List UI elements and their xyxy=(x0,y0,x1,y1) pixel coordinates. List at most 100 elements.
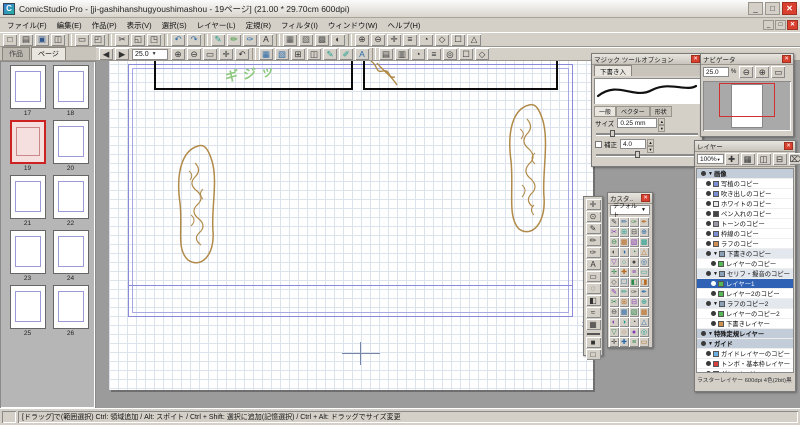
custom-tool-icon-22[interactable]: ✚ xyxy=(619,267,629,277)
toolbar-hatch-panel-icon[interactable]: ▧ xyxy=(299,33,313,46)
menu-item-4[interactable]: 表示(V) xyxy=(122,19,157,32)
layer-row-19[interactable]: ガイドレイヤーのコピー xyxy=(697,349,793,359)
menu-item-9[interactable]: ウィンドウ(W) xyxy=(323,19,383,32)
custom-tool-icon-11[interactable]: ▧ xyxy=(629,237,639,247)
navigator-zoom-field[interactable]: 25.0 xyxy=(703,67,729,77)
correction-checkbox[interactable] xyxy=(595,140,602,148)
toolbar-zoom-out-icon[interactable]: ⊖ xyxy=(371,33,385,46)
correction-slider[interactable] xyxy=(596,151,698,158)
doc-minimize-button[interactable]: _ xyxy=(763,20,774,30)
canvas-toolbar-list-icon[interactable]: ≡ xyxy=(427,48,441,60)
toolbar-cut-icon[interactable]: ✂ xyxy=(115,33,129,46)
minimize-button[interactable]: _ xyxy=(748,2,763,15)
custom-tool-icon-19[interactable]: ● xyxy=(629,257,639,267)
custom-tool-icon-52[interactable]: ▭ xyxy=(639,337,649,347)
new-folder-icon[interactable]: ▦ xyxy=(740,153,755,165)
canvas-toolbar-zoom-combo[interactable]: 25.0 ▼ xyxy=(132,48,168,60)
menu-item-5[interactable]: 選択(S) xyxy=(157,19,192,32)
toolbar-zoom-in-icon[interactable]: ⊕ xyxy=(355,33,369,46)
custom-tool-icon-32[interactable]: ✒ xyxy=(639,287,649,297)
canvas-toolbar-rotate-view-icon[interactable]: ↶ xyxy=(235,48,249,60)
custom-tool-icon-18[interactable]: ○ xyxy=(619,257,629,267)
menu-item-7[interactable]: 定規(R) xyxy=(241,19,276,32)
menu-item-1[interactable]: ファイル(F) xyxy=(2,19,52,32)
page-thumbnail-24[interactable] xyxy=(52,230,89,274)
menu-item-2[interactable]: 編集(E) xyxy=(52,19,87,32)
canvas-toolbar-pan-icon[interactable]: ✛ xyxy=(219,48,233,60)
custom-tool-icon-24[interactable]: ▭ xyxy=(639,267,649,277)
layer-visibility-icon[interactable] xyxy=(711,291,716,296)
canvas-toolbar-zoom-out-icon[interactable]: ⊖ xyxy=(187,48,201,60)
custom-tool-icon-8[interactable]: ⊕ xyxy=(639,227,649,237)
page-thumbnail-19[interactable] xyxy=(9,120,46,164)
layer-visibility-icon[interactable] xyxy=(711,321,716,326)
layer-visibility-icon[interactable] xyxy=(706,221,711,226)
size-spinner[interactable]: ▲ ▼ xyxy=(658,118,666,132)
layer-row-9[interactable]: ▼ 下書きのコピー xyxy=(697,249,793,259)
toolbar-shape-icon[interactable]: ◇ xyxy=(435,33,449,46)
custom-tool-icon-36[interactable]: ⊕ xyxy=(639,297,649,307)
tab-ページ[interactable]: ページ xyxy=(31,47,66,60)
lasso-tool-icon[interactable]: ◌ xyxy=(585,283,601,294)
toolbar-export-icon[interactable]: ◰ xyxy=(91,33,105,46)
custom-tool-icon-16[interactable]: △ xyxy=(639,247,649,257)
canvas-toolbar-zoom-in-icon[interactable]: ⊕ xyxy=(171,48,185,60)
custom-tool-icon-4[interactable]: ✒ xyxy=(639,217,649,227)
page-thumbnail-17[interactable] xyxy=(9,65,46,109)
layer-visibility-icon[interactable] xyxy=(706,211,711,216)
toolbar-checkbox-toggle-icon[interactable]: ☐ xyxy=(451,33,465,46)
expand-arrow-icon[interactable]: ▼ xyxy=(708,341,713,347)
toolbar-clock-icon[interactable]: ◔ xyxy=(419,33,433,46)
navigator-view-rect[interactable] xyxy=(719,83,775,117)
layer-row-5[interactable]: ペン入れのコピー xyxy=(697,209,793,219)
layer-opacity-combo[interactable]: 100% ▼ xyxy=(697,154,724,164)
canvas-toolbar-ruler-h-icon[interactable]: ▤ xyxy=(379,48,393,60)
correction-field[interactable]: 4.0 xyxy=(620,139,646,149)
menu-item-6[interactable]: レイヤー(L) xyxy=(192,19,241,32)
canvas-toolbar-target-icon[interactable]: ◎ xyxy=(443,48,457,60)
toolbar-redo-icon[interactable]: ↷ xyxy=(187,33,201,46)
toolbar-save-all-icon[interactable]: ◫ xyxy=(51,33,65,46)
toolbar-pattern-panel-icon[interactable]: ▩ xyxy=(315,33,329,46)
layer-row-2[interactable]: 写植のコピー xyxy=(697,179,793,189)
layer-visibility-icon[interactable] xyxy=(711,311,716,316)
layer-visibility-icon[interactable] xyxy=(711,281,716,286)
canvas-toolbar-timer-icon[interactable]: ◔ xyxy=(411,48,425,60)
mode-tab-3[interactable]: 形状 xyxy=(649,106,672,117)
custom-tool-icon-27[interactable]: ◧ xyxy=(629,277,639,287)
custom-tool-icon-13[interactable]: ◐ xyxy=(609,247,619,257)
new-layer-icon[interactable]: ✚ xyxy=(724,153,739,165)
custom-tool-icon-29[interactable]: ✎ xyxy=(609,287,619,297)
layer-row-11[interactable]: ▼ セリフ・擬音のコピー xyxy=(697,269,793,279)
maximize-button[interactable]: □ xyxy=(765,2,780,15)
tab-作品[interactable]: 作品 xyxy=(2,47,30,60)
layer-row-16[interactable]: 下書きレイヤー xyxy=(697,319,793,329)
layer-row-3[interactable]: 吹き出しのコピー xyxy=(697,189,793,199)
layer-row-21[interactable]: グレーレイヤー xyxy=(697,369,793,372)
custom-tool-icon-6[interactable]: ⊞ xyxy=(619,227,629,237)
navigator-zoom-in-icon[interactable]: ⊕ xyxy=(755,66,770,78)
layers-close-icon[interactable]: ✕ xyxy=(784,142,793,150)
expand-arrow-icon[interactable]: ▼ xyxy=(713,251,718,257)
custom-preset-dropdown[interactable]: デフォルト ▼ xyxy=(610,204,650,219)
custom-tool-icon-23[interactable]: ≡ xyxy=(629,267,639,277)
custom-tool-icon-1[interactable]: ✎ xyxy=(609,217,619,227)
toolbar-print-icon[interactable]: ▭ xyxy=(75,33,89,46)
custom-tool-icon-20[interactable]: ◎ xyxy=(639,257,649,267)
canvas-toolbar-ruler-v-icon[interactable]: ▥ xyxy=(395,48,409,60)
toolbar-triangle-toggle-icon[interactable]: △ xyxy=(467,33,481,46)
mode-tab-1[interactable]: 一般 xyxy=(594,106,617,117)
custom-tool-icon-17[interactable]: ▽ xyxy=(609,257,619,267)
custom-tool-icon-43[interactable]: ◔ xyxy=(629,317,639,327)
layer-visibility-icon[interactable] xyxy=(706,361,711,366)
layer-visibility-icon[interactable] xyxy=(706,371,711,372)
layer-row-15[interactable]: レイヤーのコピー2 xyxy=(697,309,793,319)
canvas-toolbar-show-pages-icon[interactable]: ◫ xyxy=(307,48,321,60)
custom-tool-icon-47[interactable]: ● xyxy=(629,327,639,337)
pen-tool-icon[interactable]: ✎ xyxy=(585,223,601,234)
navigator-preview[interactable] xyxy=(703,81,791,131)
page-thumbnail-21[interactable] xyxy=(9,175,46,219)
layer-row-1[interactable]: ▼ 画像 xyxy=(697,169,793,179)
menu-item-3[interactable]: 作品(P) xyxy=(87,19,122,32)
custom-tool-icon-2[interactable]: ✏ xyxy=(619,217,629,227)
